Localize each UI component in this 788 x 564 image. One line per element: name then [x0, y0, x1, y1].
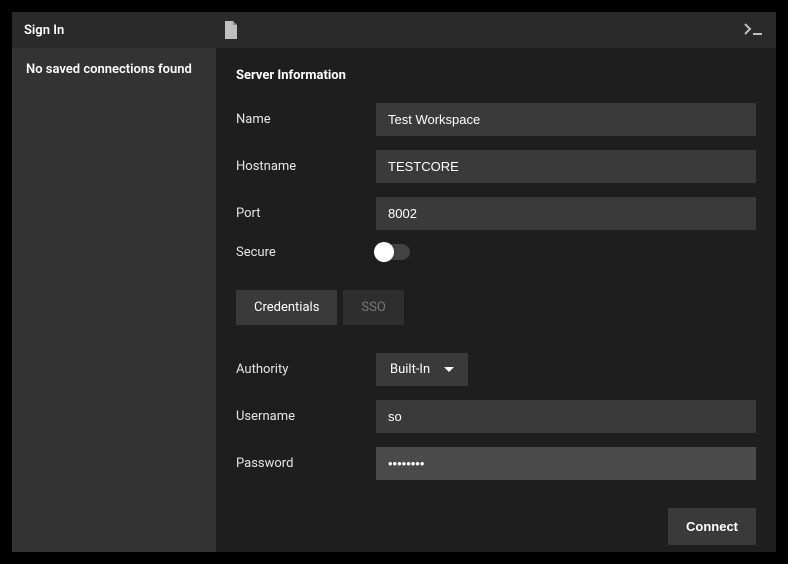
- sidebar-empty-text: No saved connections found: [26, 62, 202, 77]
- label-password: Password: [236, 456, 366, 471]
- row-name: Name: [236, 103, 756, 136]
- row-password: Password: [236, 447, 756, 480]
- label-port: Port: [236, 206, 366, 221]
- signin-window: Sign In No saved connections found Serve…: [12, 12, 776, 552]
- auth-tabs: Credentials SSO: [236, 290, 756, 325]
- toggle-knob: [374, 242, 394, 262]
- row-authority: Authority Built-In: [236, 353, 756, 386]
- secure-toggle[interactable]: [376, 244, 410, 260]
- row-hostname: Hostname: [236, 150, 756, 183]
- port-input[interactable]: [376, 197, 756, 230]
- file-icon[interactable]: [224, 21, 238, 39]
- window-title: Sign In: [24, 23, 64, 38]
- tab-sso[interactable]: SSO: [343, 290, 403, 325]
- name-input[interactable]: [376, 103, 756, 136]
- tab-credentials[interactable]: Credentials: [236, 290, 337, 325]
- section-title: Server Information: [236, 68, 756, 83]
- authority-select[interactable]: Built-In: [376, 353, 468, 386]
- hostname-input[interactable]: [376, 150, 756, 183]
- row-secure: Secure: [236, 244, 756, 260]
- row-username: Username: [236, 400, 756, 433]
- title-bar-left: Sign In: [24, 21, 238, 39]
- footer: Connect: [236, 494, 756, 545]
- label-authority: Authority: [236, 362, 366, 377]
- title-bar: Sign In: [12, 12, 776, 48]
- label-username: Username: [236, 409, 366, 424]
- body: No saved connections found Server Inform…: [12, 48, 776, 552]
- sidebar: No saved connections found: [12, 48, 216, 552]
- main-panel: Server Information Name Hostname Port: [216, 48, 776, 552]
- connect-button[interactable]: Connect: [668, 508, 756, 545]
- label-secure: Secure: [236, 245, 366, 260]
- username-input[interactable]: [376, 400, 756, 433]
- label-hostname: Hostname: [236, 159, 366, 174]
- password-input[interactable]: [376, 447, 756, 480]
- row-port: Port: [236, 197, 756, 230]
- authority-value: Built-In: [390, 362, 430, 377]
- label-name: Name: [236, 112, 366, 127]
- terminal-icon[interactable]: [744, 23, 764, 37]
- chevron-down-icon: [444, 367, 454, 372]
